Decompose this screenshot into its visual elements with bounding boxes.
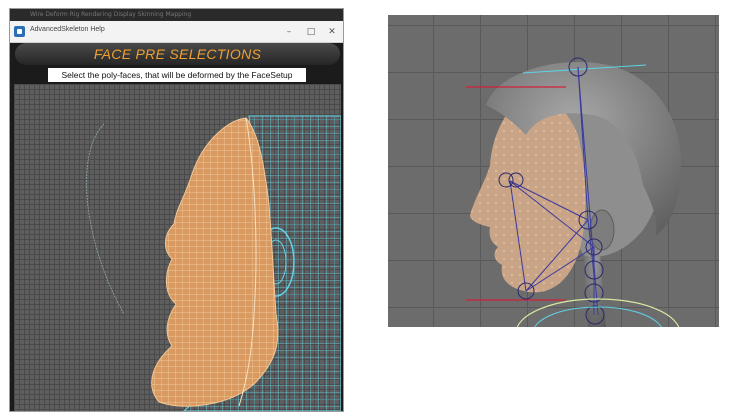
maximize-icon[interactable]: □ [300,24,322,40]
window-titlebar[interactable]: AdvancedSkeleton Help – □ ✕ [10,21,343,43]
ear-mesh [589,209,615,251]
maya-menu-strip: Wire Deform Rig Rendering Display Skinni… [10,9,343,21]
instruction-label: Select the poly-faces, that will be defo… [48,68,306,82]
rigged-head-side [466,57,682,327]
selected-face-region [151,117,279,407]
wireframe-head-side [86,115,341,411]
window-title: AdvancedSkeleton Help [30,26,105,33]
minimize-icon[interactable]: – [278,24,300,40]
head-outline [86,123,125,315]
face-selection-viewport[interactable] [14,84,341,411]
banner-title: FACE PRE SELECTIONS [93,46,262,62]
section-banner: FACE PRE SELECTIONS [15,43,340,65]
app-icon [14,26,25,37]
rig-viewport[interactable] [388,15,719,327]
help-window: Wire Deform Rig Rendering Display Skinni… [9,8,344,412]
close-icon[interactable]: ✕ [321,24,343,40]
